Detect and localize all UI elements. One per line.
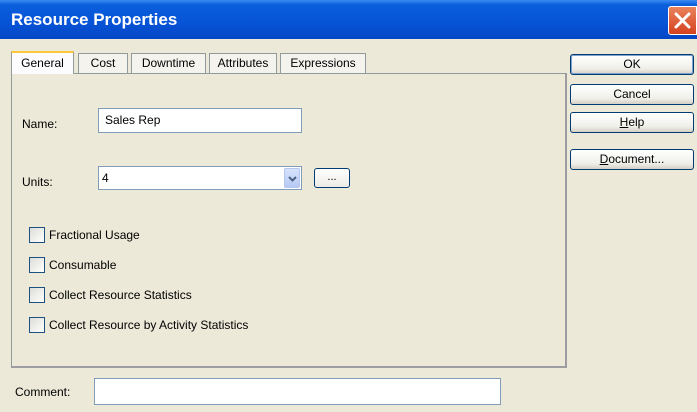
units-label: Units: [22, 175, 53, 189]
tab-label: Downtime [141, 56, 196, 70]
tab-general[interactable]: General [11, 51, 74, 74]
close-icon [674, 12, 691, 29]
document-button[interactable]: Document... [570, 149, 694, 170]
close-button[interactable] [668, 6, 697, 35]
cancel-button[interactable]: Cancel [570, 84, 694, 105]
help-button[interactable]: Help [570, 112, 694, 133]
collect-resource-statistics-label: Collect Resource Statistics [49, 288, 192, 302]
tab-expressions[interactable]: Expressions [280, 53, 366, 73]
comment-label: Comment: [15, 385, 71, 399]
tab-label: Attributes [217, 56, 269, 70]
document-mnemonic: D [599, 152, 609, 166]
tab-attributes[interactable]: Attributes [209, 53, 277, 73]
chevron-down-icon [288, 176, 297, 182]
consumable-checkbox[interactable] [29, 257, 45, 273]
tab-cost[interactable]: Cost [78, 53, 128, 73]
tab-downtime[interactable]: Downtime [131, 53, 206, 73]
tab-label: Cost [90, 56, 116, 70]
fractional-usage-checkbox[interactable] [29, 227, 45, 243]
consumable-label: Consumable [49, 258, 117, 272]
collect-resource-statistics-checkbox[interactable] [29, 287, 45, 303]
title-bar[interactable]: Resource Properties [0, 0, 697, 39]
collect-activity-statistics-label: Collect Resource by Activity Statistics [49, 318, 249, 332]
ok-button[interactable]: OK [570, 54, 694, 75]
general-tab-panel: Name: Sales Rep Units: 4 ... Fractional … [11, 73, 567, 368]
tab-label: General [21, 56, 64, 70]
name-input[interactable]: Sales Rep [98, 108, 302, 133]
name-label: Name: [22, 117, 58, 131]
collect-activity-statistics-checkbox[interactable] [29, 317, 45, 333]
comment-input[interactable] [94, 378, 501, 405]
window-title: Resource Properties [11, 10, 178, 29]
units-dropdown-button[interactable] [284, 168, 300, 188]
fractional-usage-label: Fractional Usage [49, 228, 140, 242]
units-ellipsis-button[interactable]: ... [314, 168, 350, 188]
units-value: 4 [102, 171, 109, 185]
help-label-rest: elp [628, 115, 645, 129]
document-label-rest: ocument... [608, 152, 665, 166]
units-combobox[interactable]: 4 [98, 166, 302, 190]
tab-label: Expressions [290, 56, 356, 70]
